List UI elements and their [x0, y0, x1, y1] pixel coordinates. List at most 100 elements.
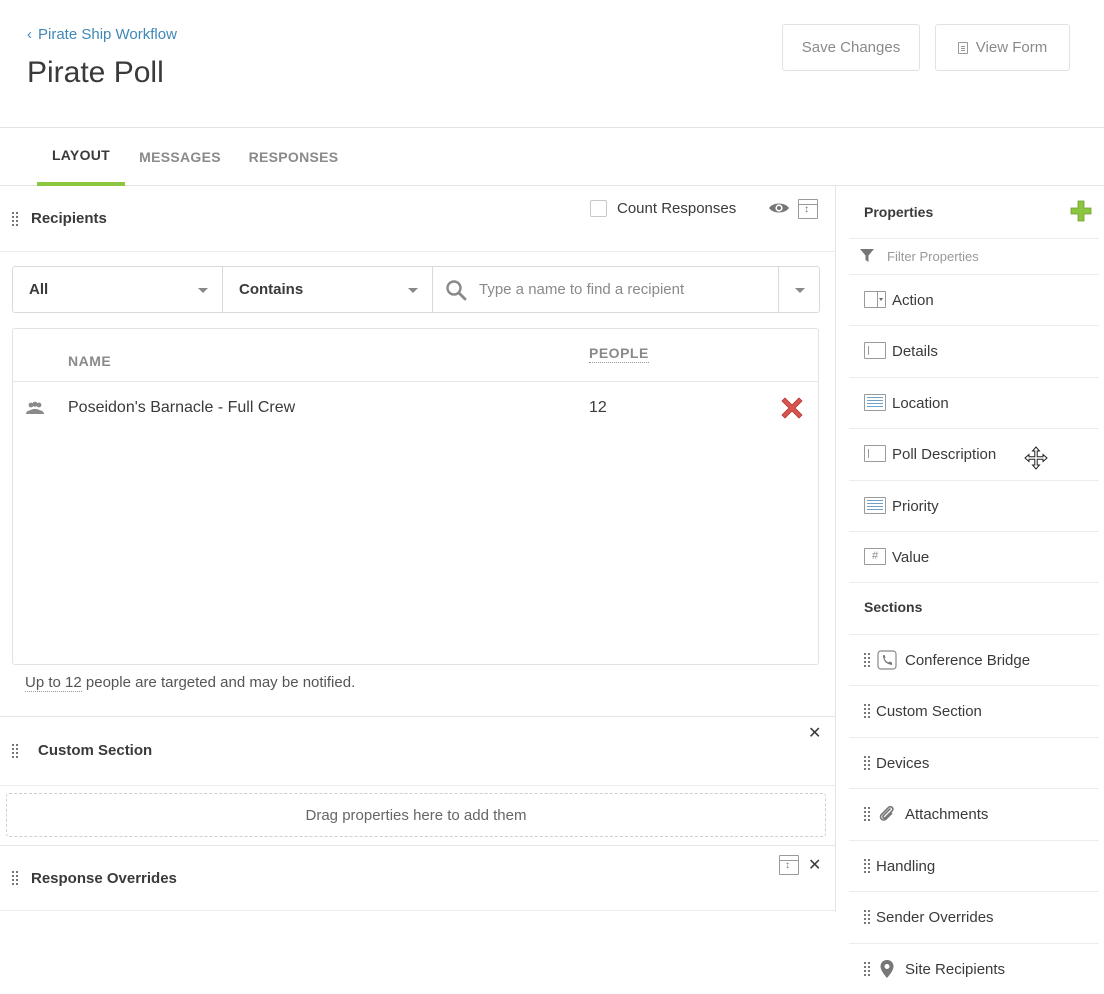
number-field-icon: #: [864, 548, 886, 565]
drag-handle-icon[interactable]: [864, 653, 870, 667]
custom-section-title: Custom Section: [38, 742, 153, 759]
drag-handle-icon[interactable]: [12, 871, 18, 885]
sections-title: Sections: [864, 599, 923, 615]
section-label: Devices: [876, 754, 930, 772]
document-icon: [957, 41, 968, 54]
close-icon[interactable]: ✕: [808, 858, 821, 874]
section-item-custom-section[interactable]: Custom Section: [849, 685, 1099, 736]
save-changes-button[interactable]: Save Changes: [782, 24, 920, 71]
property-label: Action: [892, 291, 934, 309]
drag-handle-icon[interactable]: [12, 212, 18, 226]
drag-handle-icon[interactable]: [864, 704, 870, 718]
recipients-section-header: Recipients Count Responses: [0, 186, 835, 252]
scope-dropdown[interactable]: All: [13, 267, 223, 312]
text-field-icon: [864, 445, 886, 462]
property-label: Value: [892, 548, 930, 566]
response-overrides-header: Response Overrides ✕: [0, 845, 835, 911]
caret-down-icon: [408, 288, 418, 293]
property-item-details[interactable]: Details: [849, 325, 1099, 376]
section-item-sender-overrides[interactable]: Sender Overrides: [849, 891, 1099, 942]
targeted-summary: Up to 12 people are targeted and may be …: [25, 674, 356, 692]
select-field-icon: [864, 291, 886, 308]
page-title: Pirate Poll: [27, 56, 164, 89]
section-label: Site Recipients: [905, 960, 1006, 978]
section-item-site-recipients[interactable]: Site Recipients: [849, 943, 1099, 994]
property-item-value[interactable]: # Value: [849, 531, 1099, 582]
filter-icon: [860, 249, 874, 262]
property-dropzone[interactable]: Drag properties here to add them: [6, 793, 826, 837]
recipient-search: [433, 267, 779, 312]
text-area-icon: [864, 394, 886, 411]
eye-icon[interactable]: [768, 201, 790, 215]
filter-properties-input[interactable]: [887, 249, 1087, 264]
column-header-name[interactable]: NAME: [68, 353, 111, 369]
tab-responses[interactable]: RESPONSES: [248, 128, 339, 186]
column-header-people[interactable]: PEOPLE: [589, 345, 649, 363]
view-form-label: View Form: [975, 39, 1048, 56]
caret-down-icon: [198, 288, 208, 293]
caret-down-icon: [795, 288, 805, 293]
recipients-title: Recipients: [31, 210, 107, 227]
targeted-count[interactable]: Up to 12: [25, 674, 82, 692]
section-label: Conference Bridge: [905, 651, 1031, 669]
page-header: ‹ Pirate Ship Workflow Pirate Poll Save …: [0, 0, 1104, 128]
drag-handle-icon[interactable]: [864, 807, 870, 821]
section-label: Custom Section: [876, 702, 982, 720]
filter-properties: [849, 238, 1099, 274]
property-item-poll-description[interactable]: Poll Description: [849, 428, 1099, 479]
property-item-location[interactable]: Location: [849, 377, 1099, 428]
tab-messages[interactable]: MESSAGES: [139, 128, 221, 186]
close-icon[interactable]: ✕: [808, 726, 821, 742]
property-label: Location: [892, 394, 949, 412]
breadcrumb-label: Pirate Ship Workflow: [38, 26, 177, 43]
drag-handle-icon[interactable]: [864, 962, 870, 976]
section-label: Attachments: [905, 805, 989, 823]
drag-handle-icon[interactable]: [864, 859, 870, 873]
property-label: Priority: [892, 497, 939, 515]
save-changes-label: Save Changes: [801, 39, 901, 56]
match-mode-dropdown[interactable]: Contains: [223, 267, 433, 312]
table-row[interactable]: Poseidon's Barnacle - Full Crew 12: [13, 382, 818, 436]
text-field-icon: [864, 342, 886, 359]
count-responses-checkbox[interactable]: [590, 200, 607, 217]
add-property-icon[interactable]: [1069, 199, 1093, 223]
properties-title: Properties: [864, 204, 934, 220]
section-item-handling[interactable]: Handling: [849, 840, 1099, 891]
property-label: Details: [892, 342, 938, 360]
layout-canvas: Recipients Count Responses All Contains: [0, 186, 836, 912]
map-pin-icon: [880, 960, 894, 978]
section-label: Sender Overrides: [876, 908, 994, 926]
tab-bar: LAYOUT MESSAGES RESPONSES: [0, 128, 1104, 186]
recipient-people-count: 12: [589, 399, 607, 416]
section-label: Handling: [876, 857, 936, 875]
move-cursor-icon: [1024, 446, 1048, 470]
group-icon: [26, 401, 44, 414]
section-item-devices[interactable]: Devices: [849, 737, 1099, 788]
property-item-action[interactable]: Action: [849, 274, 1099, 325]
property-label: Poll Description: [892, 445, 997, 463]
drag-handle-icon[interactable]: [864, 756, 870, 770]
section-item-attachments[interactable]: Attachments: [849, 788, 1099, 839]
drag-handle-icon[interactable]: [12, 744, 18, 758]
drag-handle-icon[interactable]: [864, 910, 870, 924]
response-overrides-title: Response Overrides: [31, 870, 177, 887]
breadcrumb[interactable]: ‹ Pirate Ship Workflow: [27, 26, 177, 43]
section-item-conference-bridge[interactable]: Conference Bridge: [849, 634, 1099, 685]
properties-sidebar: Properties Action Details Location Poll …: [849, 186, 1101, 994]
phone-icon: [877, 650, 897, 670]
search-icon: [446, 280, 467, 301]
search-options-dropdown[interactable]: [779, 267, 819, 312]
property-item-priority[interactable]: Priority: [849, 480, 1099, 531]
recipient-search-input[interactable]: [479, 268, 778, 311]
tab-layout[interactable]: LAYOUT: [37, 128, 125, 186]
chevron-left-icon: ‹: [27, 26, 32, 43]
collapse-section-icon[interactable]: [779, 855, 799, 875]
view-form-button[interactable]: View Form: [935, 24, 1070, 71]
count-responses-toggle[interactable]: Count Responses: [590, 200, 736, 217]
remove-icon[interactable]: [781, 397, 803, 419]
paperclip-icon: [879, 805, 894, 821]
count-responses-label: Count Responses: [617, 200, 737, 217]
collapse-section-icon[interactable]: [798, 199, 818, 219]
targeted-text: people are targeted and may be notified.: [81, 674, 356, 691]
match-mode-value: Contains: [239, 281, 304, 298]
